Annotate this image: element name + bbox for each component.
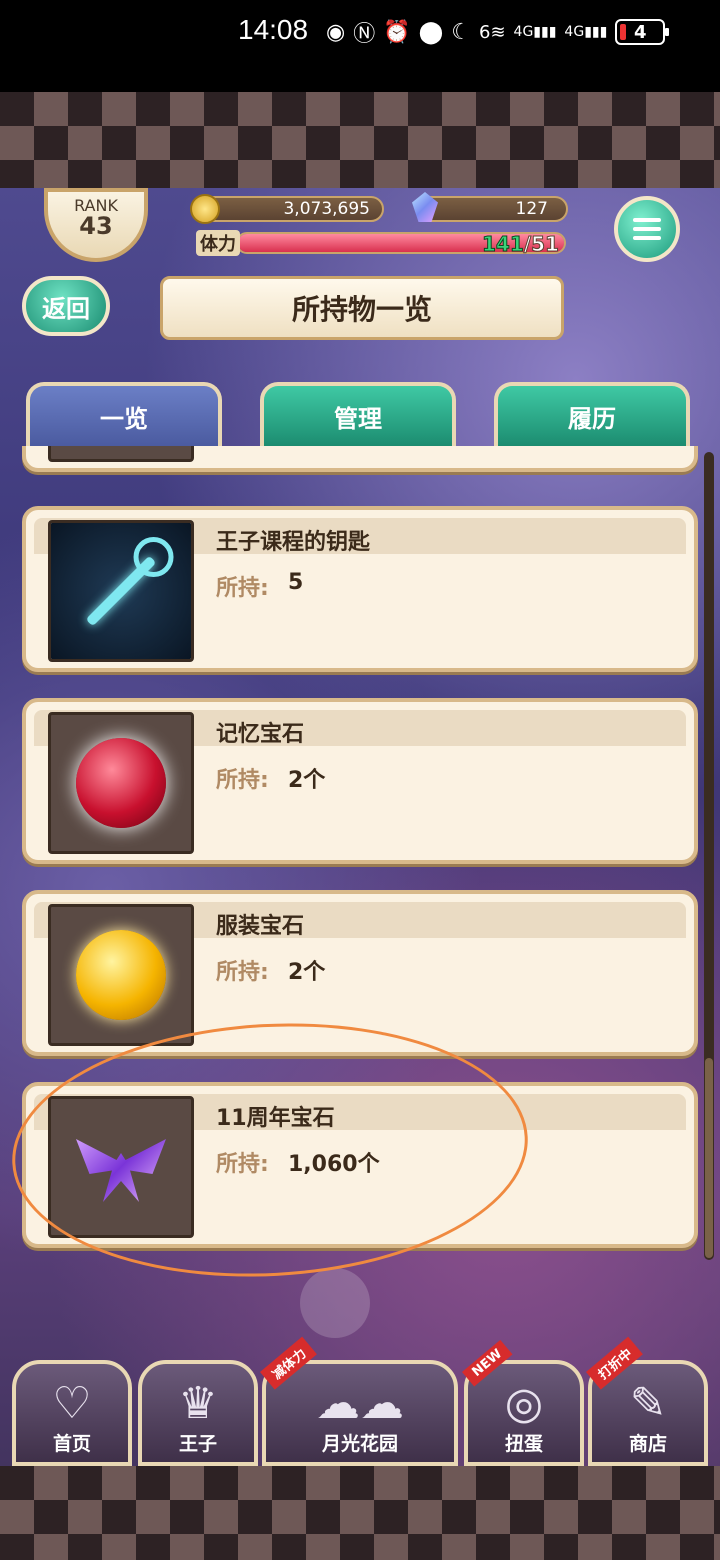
yellow-gem-icon bbox=[76, 930, 166, 1020]
item-qty-label: 所持: bbox=[216, 960, 269, 985]
stamina-label: 体力 bbox=[196, 230, 240, 256]
tab-manage[interactable]: 管理 bbox=[260, 382, 456, 446]
item-thumbnail bbox=[48, 904, 194, 1046]
item-qty-value: 1,060个 bbox=[288, 1152, 380, 1177]
list-item[interactable]: 记忆宝石 所持: 2个 bbox=[22, 698, 698, 864]
status-time: 14:08 bbox=[238, 14, 309, 45]
item-qty-value: 5 bbox=[288, 570, 304, 595]
location-icon: ⬤ bbox=[418, 19, 444, 45]
garden-icon: ☁☁ bbox=[316, 1378, 404, 1429]
bottom-nav: ♡ 首页 ♛ 王子 减体力 ☁☁ 月光花园 NEW ◎ 扭蛋 打折中 ✎ 商店 bbox=[0, 1336, 720, 1466]
rank-badge: RANK 43 bbox=[44, 188, 148, 262]
nav-moonlight-garden[interactable]: 减体力 ☁☁ 月光花园 bbox=[260, 1336, 458, 1466]
nav-prince[interactable]: ♛ 王子 bbox=[138, 1360, 258, 1466]
alarm-icon: ⏰ bbox=[383, 19, 411, 45]
item-list[interactable]: 王子课程的钥匙 所持: 5 记忆宝石 所持: 2个 服装宝石 所持: 2个 11… bbox=[22, 446, 698, 1446]
game-screen: RANK 43 3,073,695 127 体力 141/51 返回 所持物一览… bbox=[0, 188, 720, 1466]
battery-icon: 4 bbox=[615, 19, 670, 45]
item-qty-value: 2个 bbox=[288, 960, 326, 985]
eye-icon: ◉ bbox=[326, 19, 346, 45]
item-name: 王子课程的钥匙 bbox=[216, 530, 371, 555]
list-item[interactable]: 11周年宝石 所持: 1,060个 bbox=[22, 1082, 698, 1248]
back-button[interactable]: 返回 bbox=[22, 276, 110, 336]
nav-home[interactable]: ♡ 首页 bbox=[12, 1360, 132, 1466]
butterfly-gem-icon bbox=[76, 1139, 166, 1202]
nav-shop[interactable]: 打折中 ✎ 商店 bbox=[586, 1336, 708, 1466]
status-bar: 14:08 ◉ Ⓝ ⏰ ⬤ ☾ 6≋ 4G▮▮▮ 4G▮▮▮ 4 bbox=[0, 0, 720, 92]
nav-gacha[interactable]: NEW ◎ 扭蛋 bbox=[462, 1339, 584, 1466]
decorative-pattern-bottom bbox=[0, 1466, 720, 1560]
red-gem-icon bbox=[76, 738, 166, 828]
gem-counter: 127 bbox=[418, 196, 568, 222]
menu-button[interactable] bbox=[614, 196, 680, 262]
item-name: 记忆宝石 bbox=[216, 722, 305, 747]
moon-icon: ☾ bbox=[451, 19, 471, 45]
signal-4g-icon: 4G▮▮▮ bbox=[513, 24, 557, 40]
item-qty-label: 所持: bbox=[216, 1152, 269, 1177]
wifi-icon: 6≋ bbox=[478, 21, 506, 43]
tab-overview[interactable]: 一览 bbox=[26, 382, 222, 446]
list-item[interactable]: 王子课程的钥匙 所持: 5 bbox=[22, 506, 698, 672]
page-title: 所持物一览 bbox=[160, 276, 564, 340]
shop-icon: ✎ bbox=[629, 1378, 667, 1429]
coin-counter: 3,073,695 bbox=[196, 196, 384, 222]
item-thumbnail bbox=[48, 1096, 194, 1238]
key-icon bbox=[85, 555, 157, 627]
coin-icon bbox=[190, 194, 220, 224]
decorative-pattern-top bbox=[0, 92, 720, 188]
list-scrollbar[interactable] bbox=[704, 452, 714, 1260]
item-qty-label: 所持: bbox=[216, 768, 269, 793]
item-thumbnail bbox=[48, 446, 194, 462]
item-name: 服装宝石 bbox=[216, 914, 305, 939]
crown-icon: ♛ bbox=[178, 1378, 218, 1429]
item-qty-label: 所持: bbox=[216, 576, 269, 601]
item-name: 11周年宝石 bbox=[216, 1106, 335, 1131]
heart-icon: ♡ bbox=[52, 1378, 92, 1429]
nfc-icon: Ⓝ bbox=[353, 22, 376, 47]
ring-icon: ◎ bbox=[504, 1378, 544, 1429]
tab-history[interactable]: 履历 bbox=[494, 382, 690, 446]
hamburger-icon bbox=[633, 218, 661, 222]
list-item-partial[interactable] bbox=[22, 446, 698, 472]
signal-4g-icon: 4G▮▮▮ bbox=[564, 24, 608, 40]
status-icons: ◉ Ⓝ ⏰ ⬤ ☾ 6≋ 4G▮▮▮ 4G▮▮▮ 4 bbox=[326, 16, 670, 48]
rank-value: 43 bbox=[79, 212, 113, 240]
scrollbar-thumb[interactable] bbox=[705, 1058, 713, 1258]
item-thumbnail bbox=[48, 712, 194, 854]
item-thumbnail bbox=[48, 520, 194, 662]
item-qty-value: 2个 bbox=[288, 768, 326, 793]
stamina-value: 141/51 bbox=[482, 232, 560, 257]
list-item[interactable]: 服装宝石 所持: 2个 bbox=[22, 890, 698, 1056]
